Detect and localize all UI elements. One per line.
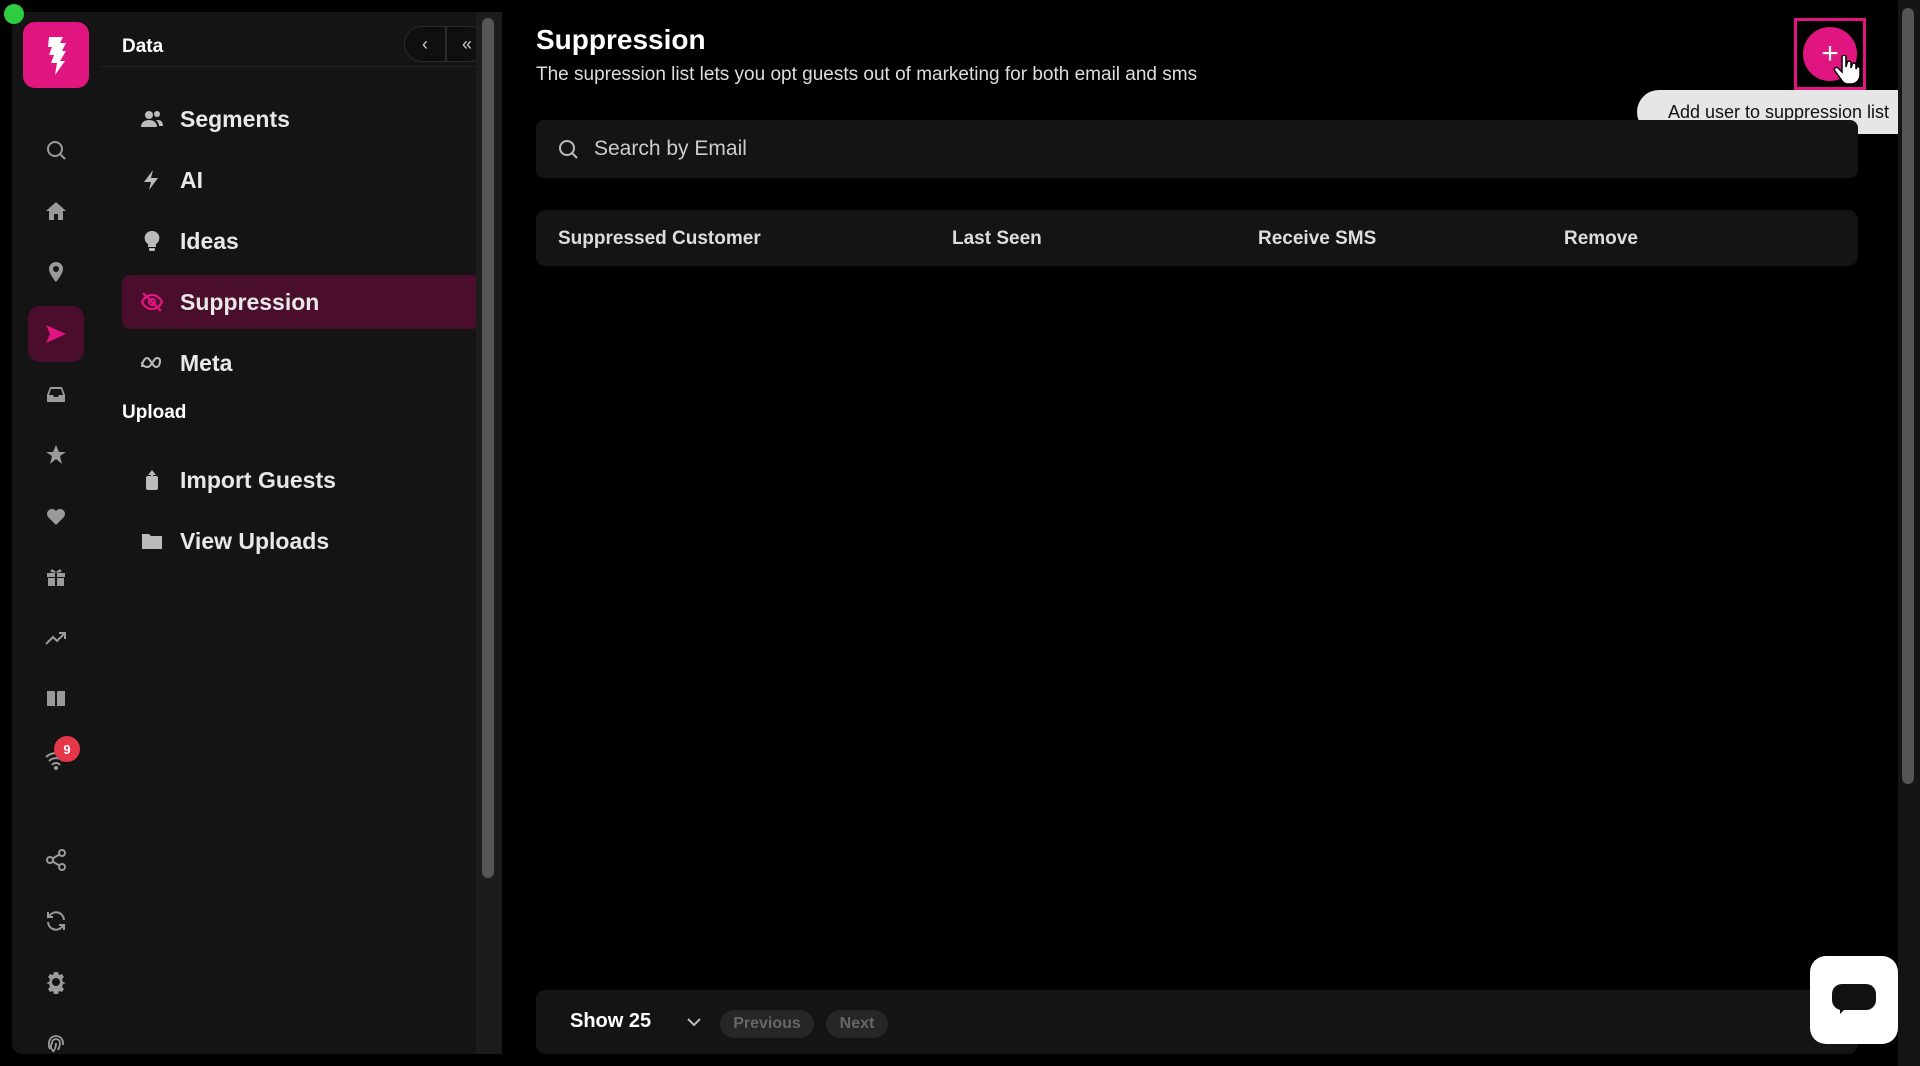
subnav-item-suppression[interactable]: Suppression	[122, 275, 480, 329]
table-header: Suppressed Customer Last Seen Receive SM…	[536, 210, 1858, 266]
meta-icon	[138, 349, 166, 377]
subnav-item-ai[interactable]: AI	[122, 153, 480, 207]
gear-icon[interactable]	[28, 954, 84, 1010]
send-icon[interactable]	[28, 306, 84, 362]
page-subtitle: The supression list lets you opt guests …	[536, 64, 1198, 85]
search-icon[interactable]	[28, 122, 84, 178]
users-icon	[138, 105, 166, 133]
column-header-last-seen[interactable]: Last Seen	[952, 228, 1042, 250]
chat-widget-button[interactable]	[1810, 956, 1898, 1044]
book-icon[interactable]	[28, 671, 84, 727]
column-header-remove[interactable]: Remove	[1564, 228, 1638, 250]
import-icon	[138, 466, 166, 494]
notification-badge: 9	[54, 736, 80, 762]
subnav-item-label: Meta	[180, 349, 233, 376]
trending-icon[interactable]	[28, 610, 84, 666]
subnav-item-meta[interactable]: Meta	[122, 336, 480, 390]
subnav-item-label: Suppression	[180, 288, 320, 315]
previous-page-button[interactable]: Previous	[720, 1010, 814, 1038]
subnav-item-ideas[interactable]: Ideas	[122, 214, 480, 268]
hand-cursor-icon	[1833, 55, 1861, 85]
sidebar-scrollbar[interactable]	[476, 12, 502, 1054]
column-header-suppressed-customer[interactable]: Suppressed Customer	[558, 228, 761, 250]
add-button-highlight: +	[1794, 18, 1866, 90]
upload-section-label: Upload	[122, 402, 187, 423]
gift-icon[interactable]	[28, 549, 84, 605]
pagination-footer: Show 25 Previous Next	[536, 990, 1858, 1054]
page-title: Suppression	[536, 24, 706, 55]
location-pin-icon[interactable]	[28, 244, 84, 300]
folder-icon	[138, 527, 166, 555]
subnav-item-view-uploads[interactable]: View Uploads	[122, 514, 480, 568]
page-size-select[interactable]: Show 25	[570, 1010, 651, 1033]
status-indicator	[4, 4, 24, 24]
chevron-down-icon[interactable]	[684, 1012, 704, 1032]
subnav-item-import-guests[interactable]: Import Guests	[122, 453, 480, 507]
star-icon[interactable]	[28, 427, 84, 483]
share-icon[interactable]	[28, 832, 84, 888]
subnav-item-segments[interactable]: Segments	[122, 92, 480, 146]
heart-icon[interactable]	[28, 488, 84, 544]
brand-logo-icon[interactable]	[23, 22, 89, 88]
subnav-item-label: AI	[180, 166, 203, 193]
home-icon[interactable]	[28, 183, 84, 239]
back-button[interactable]: ‹	[404, 26, 446, 62]
inbox-icon[interactable]	[28, 366, 84, 422]
lightbulb-icon	[138, 227, 166, 255]
search-bar	[536, 120, 1858, 178]
refresh-icon[interactable]	[28, 893, 84, 949]
subnav-item-label: Segments	[180, 105, 290, 132]
page-scrollbar-thumb[interactable]	[1902, 8, 1914, 784]
data-subnav: Data ‹ « Segments AI Ideas Suppression M…	[100, 12, 488, 1054]
search-input[interactable]	[594, 137, 1494, 161]
sidebar-scrollbar-thumb[interactable]	[482, 18, 494, 878]
subnav-title: Data	[122, 36, 164, 57]
eye-off-icon	[138, 288, 166, 316]
column-header-receive-sms[interactable]: Receive SMS	[1258, 228, 1376, 250]
subnav-item-label: Import Guests	[180, 466, 336, 493]
icon-rail: 9	[12, 12, 100, 1054]
chat-icon	[1832, 984, 1876, 1014]
fingerprint-icon[interactable]	[28, 1015, 84, 1066]
wifi-icon[interactable]: 9	[28, 732, 84, 788]
page-scrollbar[interactable]	[1898, 0, 1920, 1066]
subnav-item-label: Ideas	[180, 227, 239, 254]
next-page-button[interactable]: Next	[826, 1010, 888, 1038]
divider	[100, 66, 476, 67]
lightning-icon	[138, 166, 166, 194]
search-icon	[559, 140, 578, 159]
subnav-item-label: View Uploads	[180, 527, 330, 554]
